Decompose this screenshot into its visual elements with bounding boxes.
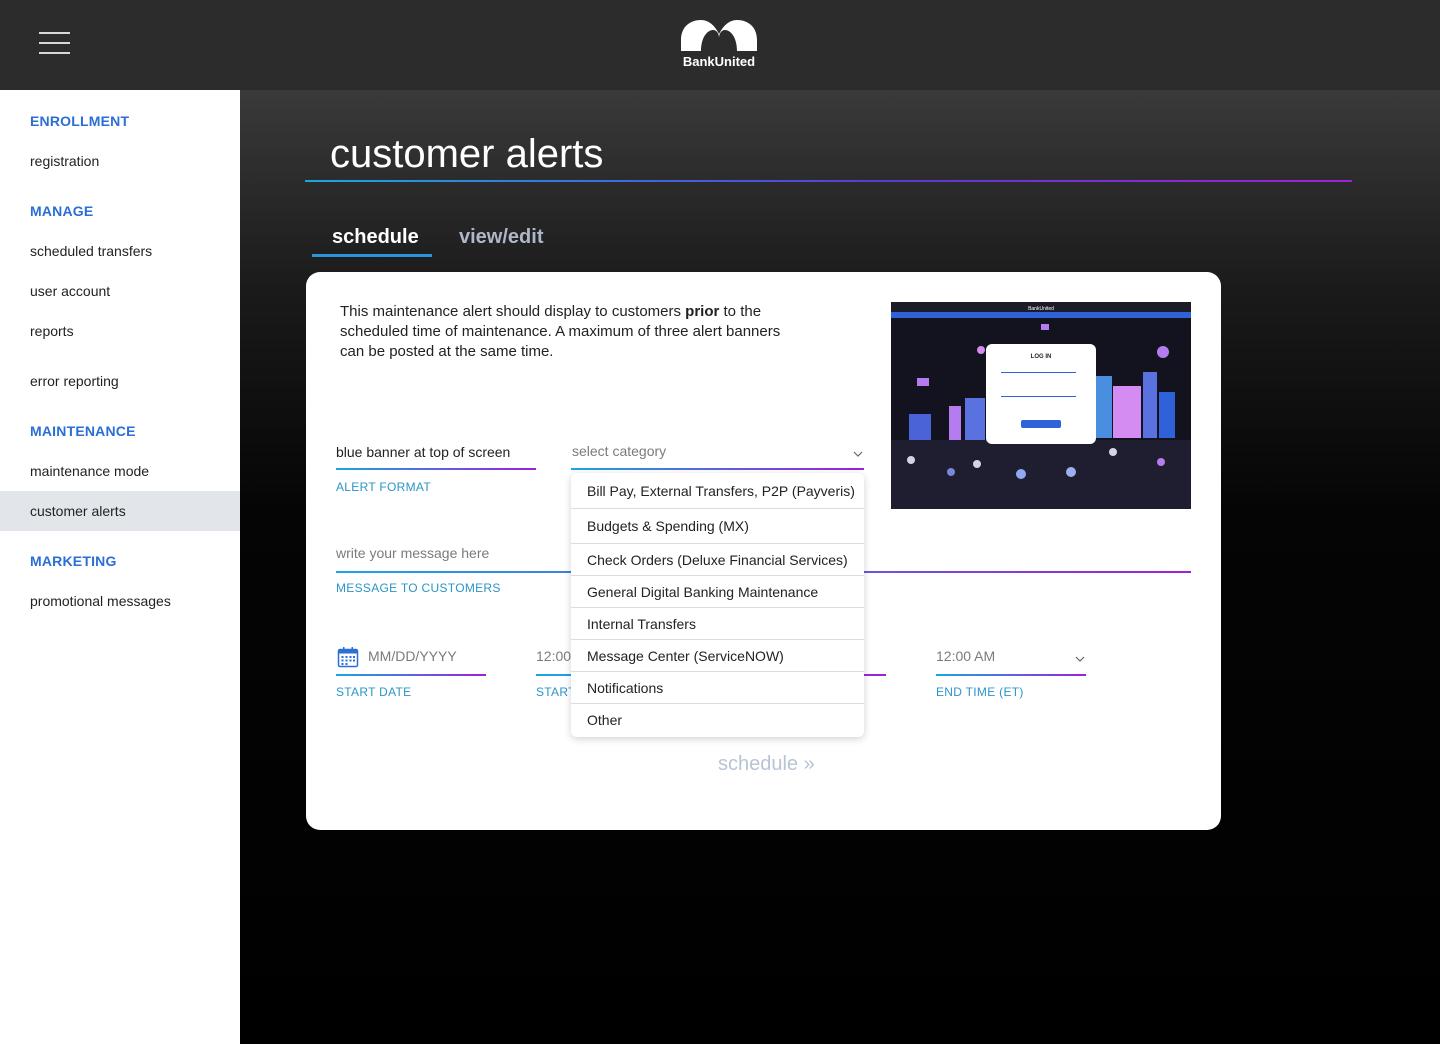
sidebar-item-reports[interactable]: reports: [0, 311, 240, 351]
sidebar-item-scheduled-transfers[interactable]: scheduled transfers: [0, 231, 240, 271]
page-title: customer alerts: [330, 132, 604, 176]
message-caption: MESSAGE TO CUSTOMERS: [336, 581, 501, 595]
sidebar-section-enrollment: ENROLLMENT: [30, 113, 130, 129]
dropdown-option[interactable]: Budgets & Spending (MX): [571, 509, 864, 544]
start-date-caption: START DATE: [336, 685, 412, 699]
schedule-button[interactable]: schedule »: [718, 753, 815, 776]
category-select[interactable]: select category: [572, 443, 666, 459]
svg-text:LOG IN: LOG IN: [1031, 354, 1052, 360]
intro-text: This maintenance alert should display to…: [340, 303, 781, 360]
active-tab-indicator: [312, 254, 432, 257]
dropdown-option[interactable]: Check Orders (Deluxe Financial Services): [571, 544, 864, 576]
calendar-icon[interactable]: [337, 646, 359, 668]
hamburger-menu-icon[interactable]: [39, 30, 71, 56]
sidebar-section-marketing: MARKETING: [30, 553, 117, 569]
sidebar-section-maintenance: MAINTENANCE: [30, 423, 136, 439]
title-divider: [305, 180, 1352, 182]
brand-name: BankUnited: [682, 54, 756, 69]
chevron-down-icon[interactable]: [1075, 654, 1085, 664]
sidebar-item-error-reporting[interactable]: error reporting: [0, 361, 240, 401]
sidebar-item-user-account[interactable]: user account: [0, 271, 240, 311]
tab-schedule[interactable]: schedule: [332, 226, 419, 249]
start-date-input[interactable]: MM/DD/YYYY: [368, 648, 457, 664]
dropdown-option[interactable]: General Digital Banking Maintenance: [571, 576, 864, 608]
alert-format-caption: ALERT FORMAT: [336, 480, 431, 494]
svg-text:BankUnited: BankUnited: [1028, 306, 1054, 312]
alert-format-underline: [336, 468, 536, 470]
end-time-select[interactable]: 12:00 AM: [936, 648, 995, 664]
dropdown-option[interactable]: Bill Pay, External Transfers, P2P (Payve…: [571, 473, 864, 509]
login-preview-image: BankUnited LOG IN: [891, 302, 1191, 509]
top-bar: BankUnited: [0, 0, 1440, 90]
start-time-select[interactable]: 12:00: [536, 648, 571, 664]
logo-mark-icon: [681, 20, 757, 51]
dropdown-option[interactable]: Other: [571, 704, 864, 736]
dropdown-option[interactable]: Message Center (ServiceNOW): [571, 640, 864, 672]
dropdown-option[interactable]: Notifications: [571, 672, 864, 704]
category-dropdown-menu: Bill Pay, External Transfers, P2P (Payve…: [571, 473, 864, 737]
end-time-underline: [936, 674, 1086, 676]
bankunited-logo[interactable]: BankUnited: [678, 18, 760, 74]
sidebar-item-registration[interactable]: registration: [0, 141, 240, 181]
start-date-underline: [336, 674, 486, 676]
sidebar-section-manage: MANAGE: [30, 203, 94, 219]
chevron-down-icon[interactable]: [853, 449, 863, 459]
end-time-caption: END TIME (ET): [936, 685, 1024, 699]
sidebar-item-maintenance-mode[interactable]: maintenance mode: [0, 451, 240, 491]
start-time-caption: START: [536, 685, 576, 699]
sidebar-item-customer-alerts[interactable]: customer alerts: [0, 491, 240, 531]
dropdown-option[interactable]: Internal Transfers: [571, 608, 864, 640]
alert-format-value[interactable]: blue banner at top of screen: [336, 444, 510, 460]
sidebar-item-promotional-messages[interactable]: promotional messages: [0, 581, 240, 621]
tab-view-edit[interactable]: view/edit: [459, 226, 543, 249]
category-underline: [571, 468, 864, 470]
message-input[interactable]: write your message here: [336, 545, 489, 561]
